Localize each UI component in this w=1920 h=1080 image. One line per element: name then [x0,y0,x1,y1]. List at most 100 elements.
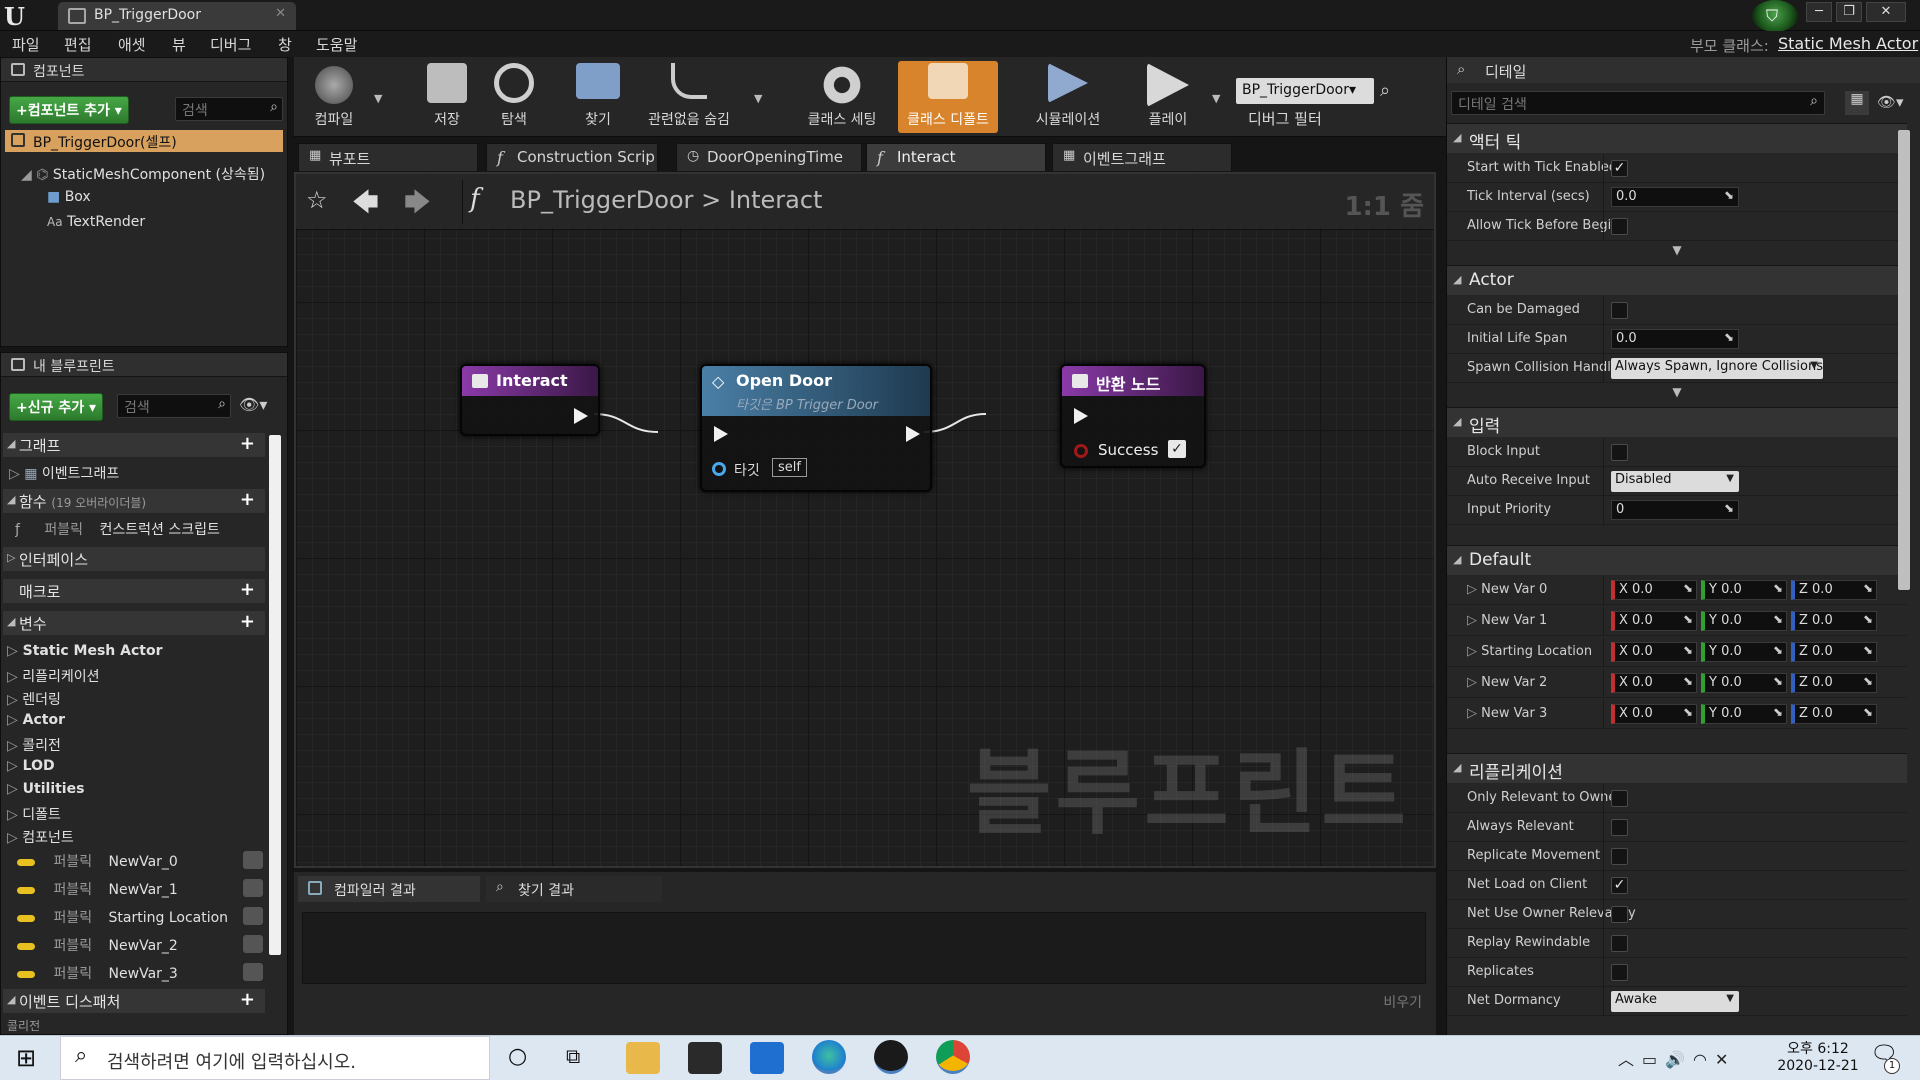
unreal-logo-icon[interactable]: U [4,2,34,31]
functions-section[interactable]: ◢ 함수 (19 오버라이더블) + [3,489,265,513]
menu-help[interactable]: 도움말 [316,34,357,55]
maximize-button[interactable]: ❐ [1836,2,1862,22]
document-tab[interactable]: BP_TriggerDoor ✕ [58,2,296,30]
vector-z-field[interactable]: Z 0.0 [1791,704,1877,724]
eye-icon[interactable]: 👁▾ [1877,93,1904,111]
minimize-button[interactable]: ─ [1806,2,1832,22]
tab-find-results[interactable]: ⌕ 찾기 결과 [486,876,662,902]
var-category[interactable]: ▷ 콜리전 [7,735,61,755]
can-be-damaged-checkbox[interactable] [1611,302,1628,319]
variable-row[interactable]: 퍼블릭 NewVar_0 [17,851,263,871]
variable-row[interactable]: 퍼블릭 Starting Location [17,907,263,927]
advanced-expander-icon[interactable]: ▼ [1447,243,1907,257]
debug-object-select[interactable]: BP_TriggerDoor▾ [1236,78,1374,104]
add-variable-icon[interactable]: + [240,611,255,632]
vector-z-field[interactable]: Z 0.0 [1791,642,1877,662]
var-category[interactable]: ▷ Utilities [7,781,84,801]
var-category[interactable]: ▷ Actor [7,712,65,732]
spawn-collision-select[interactable]: Always Spawn, Ignore Collisions [1611,358,1823,379]
vector-z-field[interactable]: Z 0.0 [1791,611,1877,631]
start-tick-checkbox[interactable]: ✓ [1611,160,1628,177]
play-options-arrow[interactable]: ▼ [1212,92,1220,105]
task-view-icon[interactable]: ⧉ [566,1044,580,1068]
close-icon[interactable]: ✕ [275,6,286,21]
play-button[interactable]: 플레이 [1128,61,1208,133]
class-settings-button[interactable]: 클래스 세팅 [800,61,884,133]
net-dormancy-select[interactable]: Awake [1611,991,1739,1012]
visibility-icon[interactable] [243,963,263,981]
file-explorer-icon[interactable] [626,1042,660,1074]
vector-z-field[interactable]: Z 0.0 [1791,673,1877,693]
event-dispatchers-section[interactable]: ◢ 이벤트 디스패처 + [3,989,265,1013]
target-self-field[interactable]: self [772,458,807,477]
advanced-expander-icon[interactable]: ▼ [1447,385,1907,399]
find-button[interactable]: 찾기 [558,61,638,133]
var-category[interactable]: ▷ LOD [7,758,55,778]
taskbar-search-input[interactable]: ⌕ 검색하려면 여기에 입력하십시오. [60,1036,490,1080]
variable-row[interactable]: 퍼블릭 NewVar_2 [17,935,263,955]
exec-in-pin[interactable] [1074,408,1088,424]
exec-out-pin[interactable] [906,426,920,442]
section-default[interactable]: ◢ Default [1447,545,1907,575]
debug-search-icon[interactable]: ⌕ [1380,80,1390,101]
compile-button[interactable]: 컴파일 [294,61,374,133]
vector-y-field[interactable]: Y 0.0 [1701,704,1787,724]
vector-x-field[interactable]: X 0.0 [1611,642,1697,662]
vector-y-field[interactable]: Y 0.0 [1701,611,1787,631]
hide-unrelated-button[interactable]: 관련없음 숨김 [636,61,742,133]
menu-view[interactable]: 뷰 [172,34,186,55]
open-door-call-node[interactable]: ◇ Open Door 타깃은 BP Trigger Door 타깃 self [700,364,932,492]
menu-debug[interactable]: 디버그 [210,34,251,55]
details-tab[interactable]: ⌕ 디테일 [1447,57,1920,83]
visibility-icon[interactable] [243,935,263,953]
var-category[interactable]: ▷ 컴포넌트 [7,827,74,847]
tab-door-opening-time[interactable]: ◷ DoorOpeningTime [676,143,862,171]
input-priority-field[interactable]: 0 [1611,500,1739,520]
net-load-client-checkbox[interactable]: ✓ [1611,877,1628,894]
var-category[interactable]: ▷ Static Mesh Actor [7,643,163,663]
simulation-button[interactable]: 시뮬레이션 [1022,61,1114,133]
only-relevant-owner-checkbox[interactable] [1611,790,1628,807]
vector-x-field[interactable]: X 0.0 [1611,673,1697,693]
graph-editor[interactable]: ☆ 🡄 🡆 f BP_TriggerDoor > Interact 1:1 줌 … [294,172,1436,868]
graphs-section[interactable]: ◢ 그래프 + [3,433,265,457]
vector-x-field[interactable]: X 0.0 [1611,704,1697,724]
system-tray-icons[interactable]: ︿▭🔊◠✕ [1618,1046,1736,1070]
add-new-button[interactable]: +신규 추가 ▾ [9,393,104,421]
tab-event-graph[interactable]: ▦ 이벤트그래프 [1052,143,1232,171]
variable-row[interactable]: 퍼블릭 NewVar_1 [17,879,263,899]
browse-button[interactable]: 탐색 [474,61,554,133]
replicate-movement-checkbox[interactable] [1611,848,1628,865]
components-tab[interactable]: 컴포넌트 [1,58,287,82]
add-function-icon[interactable]: + [240,489,255,510]
edge-icon[interactable] [812,1040,846,1074]
var-category[interactable]: ▷ 디폴트 [7,804,61,824]
windows-start-icon[interactable]: ⊞ [16,1044,36,1072]
compile-options-arrow[interactable]: ▼ [374,92,382,105]
left-scrollbar[interactable] [269,435,281,955]
menu-edit[interactable]: 편집 [64,34,92,55]
exec-out-pin[interactable] [574,408,588,424]
details-search-input[interactable]: 디테일 검색 ⌕ [1451,91,1825,115]
eye-icon[interactable]: 👁▾ [239,395,267,414]
success-pin[interactable] [1074,444,1088,458]
variable-row[interactable]: 퍼블릭 NewVar_3 [17,963,263,983]
my-blueprint-tab[interactable]: 내 블루프린트 [1,353,287,377]
tab-compiler-results[interactable]: 컴파일러 결과 [298,876,480,902]
mail-icon[interactable] [750,1042,784,1074]
tree-item-static-mesh[interactable]: ◢ ⌬ StaticMeshComponent (상속됨) [21,164,265,184]
add-macro-icon[interactable]: + [240,579,255,600]
vector-y-field[interactable]: Y 0.0 [1701,642,1787,662]
component-root-row[interactable]: BP_TriggerDoor(셀프) [5,130,283,152]
menu-asset[interactable]: 애셋 [118,34,146,55]
section-actor[interactable]: ◢ Actor [1447,265,1907,295]
close-window-button[interactable]: ✕ [1866,2,1906,22]
variables-section[interactable]: ◢ 변수 + [3,611,265,635]
net-use-owner-checkbox[interactable] [1611,906,1628,923]
grid-view-icon[interactable]: ▦ [1845,91,1869,115]
auto-receive-input-select[interactable]: Disabled [1611,471,1739,492]
clear-button[interactable]: 비우기 [1383,992,1422,1012]
add-component-button[interactable]: +컴포넌트 추가 ▾ [9,96,129,124]
menu-file[interactable]: 파일 [12,34,40,55]
collapse-arrow-icon[interactable]: ◢ [21,167,32,183]
